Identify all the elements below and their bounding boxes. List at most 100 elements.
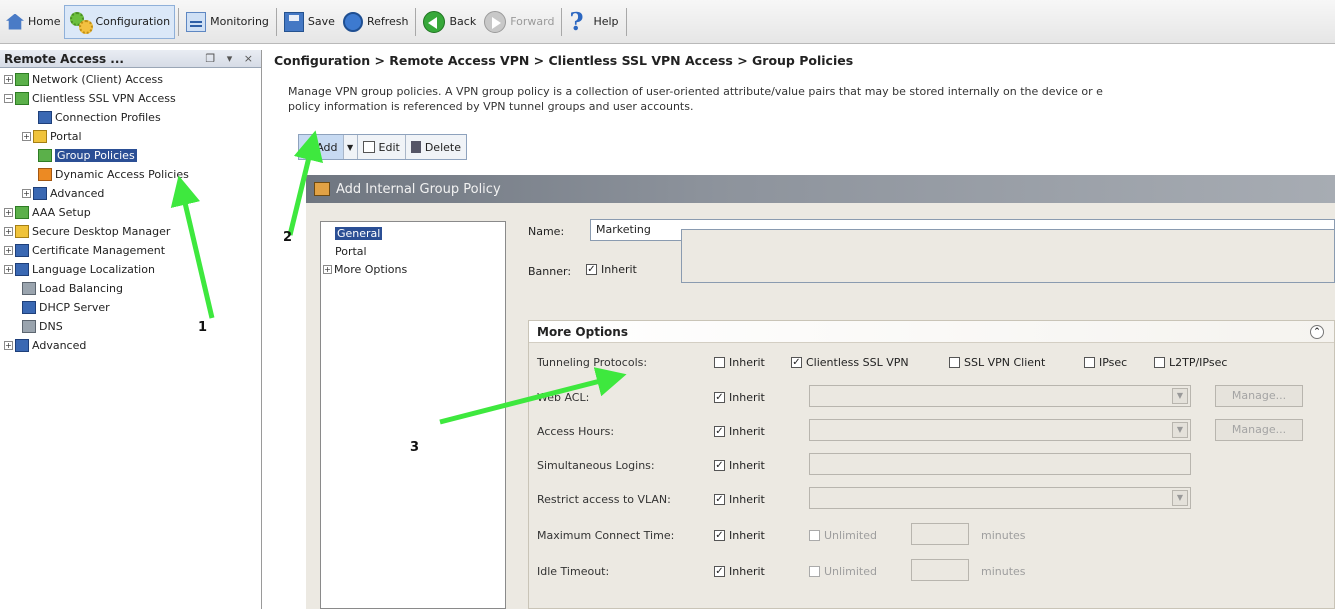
restrict-vlan-select[interactable]: ▼: [809, 487, 1191, 509]
checkbox-checked-icon: ✓: [586, 264, 597, 275]
dialog-tree-general[interactable]: General: [321, 224, 505, 242]
idle-minutes-input[interactable]: [911, 559, 969, 581]
web-acl-manage-button[interactable]: Manage...: [1215, 385, 1303, 407]
tunneling-inherit-checkbox[interactable]: Inherit: [714, 356, 765, 369]
ssl-vpn-client-checkbox[interactable]: SSL VPN Client: [949, 356, 1045, 369]
help-label: Help: [593, 15, 619, 28]
inherit-label: Inherit: [601, 263, 637, 276]
clientless-ssl-vpn-checkbox[interactable]: ✓ Clientless SSL VPN: [791, 356, 909, 369]
delete-button[interactable]: Delete: [406, 135, 466, 159]
max-connect-minutes-input[interactable]: [911, 523, 969, 545]
advanced-icon: [15, 339, 29, 352]
simultaneous-logins-label: Simultaneous Logins:: [537, 459, 655, 472]
forward-button[interactable]: Forward: [480, 5, 558, 39]
toolbar-separator: [415, 7, 417, 36]
idle-unlimited-checkbox[interactable]: Unlimited: [809, 565, 877, 578]
expand-icon[interactable]: +: [4, 227, 13, 236]
simultaneous-inherit-checkbox[interactable]: ✓ Inherit: [714, 459, 765, 472]
expand-icon[interactable]: +: [4, 341, 13, 350]
expand-icon[interactable]: +: [22, 132, 31, 141]
web-acl-inherit-checkbox[interactable]: ✓ Inherit: [714, 391, 765, 404]
back-button[interactable]: Back: [419, 5, 480, 39]
nav-item-aaa-setup[interactable]: + AAA Setup: [0, 203, 261, 222]
refresh-icon: [342, 11, 363, 32]
idle-timeout-label: Idle Timeout:: [537, 565, 610, 578]
checkbox-label: L2TP/IPsec: [1169, 356, 1228, 369]
expand-icon[interactable]: +: [4, 246, 13, 255]
monitoring-button[interactable]: Monitoring: [182, 5, 273, 39]
nav-item-advanced[interactable]: + Advanced: [0, 336, 261, 355]
nav-item-label: Certificate Management: [32, 244, 166, 257]
expand-icon[interactable]: +: [4, 75, 13, 84]
collapse-icon[interactable]: −: [4, 94, 13, 103]
nav-item-dhcp-server[interactable]: DHCP Server: [0, 298, 261, 317]
checkbox-unchecked-icon: [949, 357, 960, 368]
nav-item-secure-desktop-manager[interactable]: + Secure Desktop Manager: [0, 222, 261, 241]
expand-icon[interactable]: +: [4, 208, 13, 217]
collapse-section-icon[interactable]: ⌃: [1310, 324, 1324, 339]
idle-inherit-checkbox[interactable]: ✓ Inherit: [714, 565, 765, 578]
add-group-policy-dialog: General Portal + More Options Name: Mark…: [306, 203, 1335, 609]
nav-panel-controls[interactable]: ❐ ▾ ×: [205, 52, 257, 65]
dialog-tree: General Portal + More Options: [320, 221, 506, 609]
web-acl-select[interactable]: ▼: [809, 385, 1191, 407]
banner-inherit-checkbox[interactable]: ✓ Inherit: [586, 263, 637, 276]
nav-item-portal[interactable]: + Portal: [0, 127, 261, 146]
nav-item-dynamic-access-policies[interactable]: Dynamic Access Policies: [0, 165, 261, 184]
add-button[interactable]: ✚ Add: [299, 135, 344, 159]
max-connect-unlimited-checkbox[interactable]: Unlimited: [809, 529, 877, 542]
nav-item-label: Language Localization: [32, 263, 155, 276]
dialog-tree-portal[interactable]: Portal: [321, 242, 505, 260]
nav-item-clientless-ssl-vpn[interactable]: − Clientless SSL VPN Access: [0, 89, 261, 108]
checkbox-checked-icon: ✓: [714, 392, 725, 403]
vlan-inherit-checkbox[interactable]: ✓ Inherit: [714, 493, 765, 506]
access-hours-manage-button[interactable]: Manage...: [1215, 419, 1303, 441]
nav-item-label: Dynamic Access Policies: [55, 168, 189, 181]
l2tp-ipsec-checkbox[interactable]: L2TP/IPsec: [1154, 356, 1227, 369]
nav-item-dns[interactable]: DNS: [0, 317, 261, 336]
max-connect-time-label: Maximum Connect Time:: [537, 529, 675, 542]
web-acl-label: Web ACL:: [537, 391, 590, 404]
access-hours-inherit-checkbox[interactable]: ✓ Inherit: [714, 425, 765, 438]
checkbox-checked-icon: ✓: [714, 530, 725, 541]
nav-item-label: Advanced: [50, 187, 105, 200]
dialog-tree-more-options[interactable]: + More Options: [321, 260, 505, 278]
expand-icon[interactable]: +: [323, 264, 332, 274]
help-button[interactable]: ? Help: [565, 5, 622, 39]
max-connect-inherit-checkbox[interactable]: ✓ Inherit: [714, 529, 765, 542]
simultaneous-logins-input[interactable]: [809, 453, 1191, 475]
nav-item-network-client-access[interactable]: + Network (Client) Access: [0, 70, 261, 89]
aaa-icon: [15, 206, 29, 219]
help-icon: ?: [569, 6, 584, 36]
checkbox-label: Inherit: [729, 459, 765, 472]
expand-icon[interactable]: +: [22, 189, 31, 198]
nav-panel-title: Remote Access ...: [4, 51, 124, 66]
checkbox-checked-icon: ✓: [714, 426, 725, 437]
banner-textarea[interactable]: [681, 229, 1335, 283]
nav-item-group-policies[interactable]: Group Policies: [0, 146, 261, 165]
nav-item-load-balancing[interactable]: Load Balancing: [0, 279, 261, 298]
save-button[interactable]: Save: [280, 5, 339, 39]
refresh-button[interactable]: Refresh: [339, 5, 413, 39]
expand-icon[interactable]: +: [4, 265, 13, 274]
edit-button[interactable]: Edit: [358, 135, 406, 159]
checkbox-label: Unlimited: [824, 565, 877, 578]
home-button[interactable]: Home: [2, 5, 64, 39]
nav-item-connection-profiles[interactable]: Connection Profiles: [0, 108, 261, 127]
add-dropdown-button[interactable]: ▼: [344, 135, 358, 159]
remote-access-nav-panel: Remote Access ... ❐ ▾ × + Network (Clien…: [0, 50, 262, 609]
nav-tree: + Network (Client) Access − Clientless S…: [0, 68, 261, 355]
forward-label: Forward: [510, 15, 555, 28]
access-hours-select[interactable]: ▼: [809, 419, 1191, 441]
group-policies-icon: [38, 149, 52, 162]
toolbar-separator: [625, 7, 627, 36]
nav-item-advanced-sub[interactable]: + Advanced: [0, 184, 261, 203]
dialog-tree-list: General Portal + More Options: [321, 222, 505, 278]
configuration-button[interactable]: Configuration: [64, 4, 176, 39]
nav-item-language-localization[interactable]: + Language Localization: [0, 260, 261, 279]
annotation-number-3: 3: [410, 440, 420, 455]
more-options-title: More Options: [537, 324, 628, 339]
checkbox-label: Clientless SSL VPN: [806, 356, 909, 369]
ipsec-checkbox[interactable]: IPsec: [1084, 356, 1127, 369]
nav-item-certificate-management[interactable]: + Certificate Management: [0, 241, 261, 260]
